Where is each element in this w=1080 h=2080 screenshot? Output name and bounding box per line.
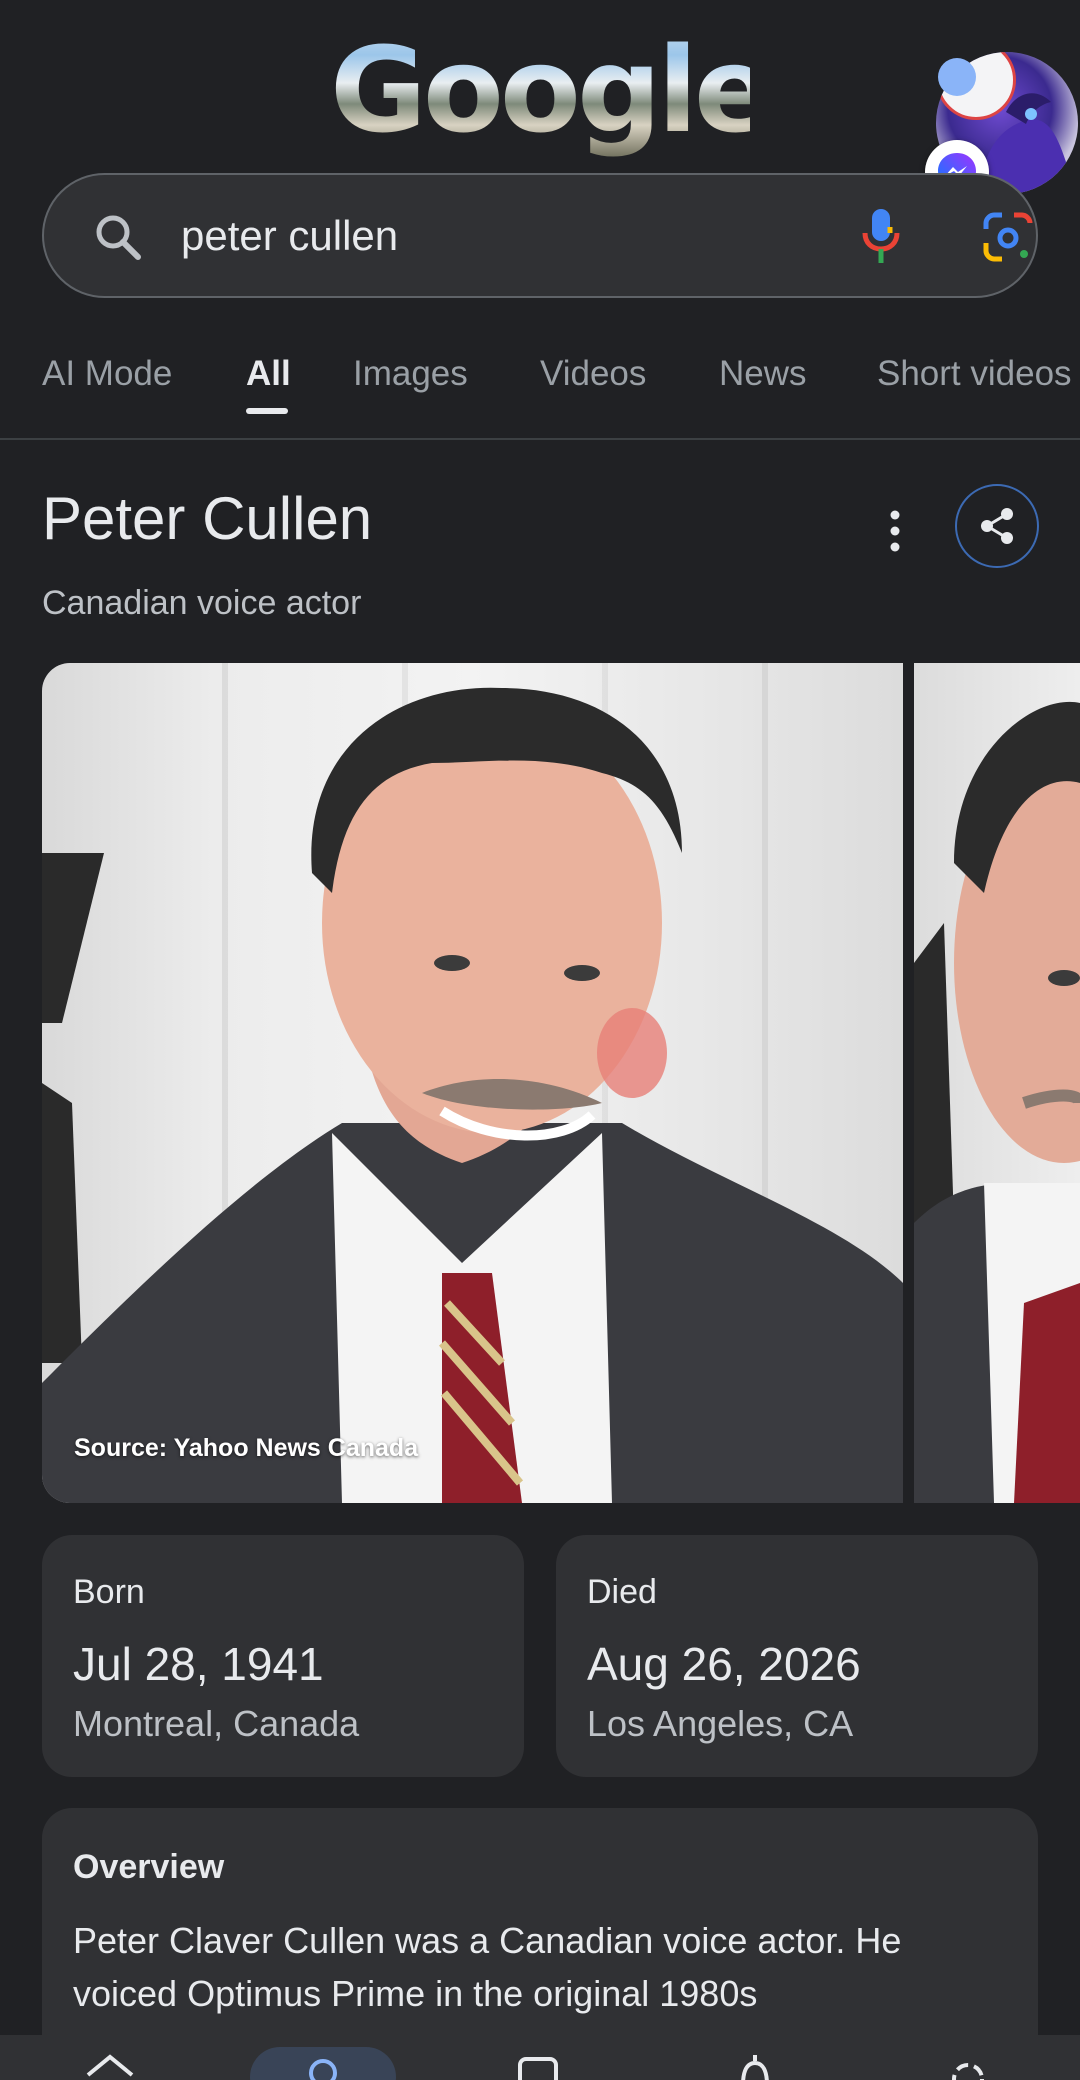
born-date: Jul 28, 1941	[73, 1638, 324, 1690]
home-icon[interactable]	[80, 2045, 140, 2080]
portrait-illustration-partial	[914, 701, 1080, 1503]
notifications-icon[interactable]	[725, 2045, 785, 2080]
tab-ai-mode[interactable]: AI Mode	[42, 354, 172, 394]
more-options-icon[interactable]	[880, 506, 910, 556]
image-source-caption: Source: Yahoo News Canada	[74, 1434, 419, 1462]
died-place: Los Angeles, CA	[587, 1703, 854, 1744]
search-icon	[96, 215, 141, 260]
search-tabs: AI Mode All Images Videos News Short vid…	[0, 340, 1080, 440]
more-icon[interactable]	[938, 2045, 998, 2080]
tab-all[interactable]: All	[246, 354, 291, 394]
entity-photo[interactable]	[42, 663, 903, 1503]
entity-title: Peter Cullen	[42, 485, 373, 552]
online-status-dot	[938, 58, 976, 96]
entity-photo-next[interactable]	[914, 663, 1080, 1503]
share-icon	[981, 508, 1013, 544]
overview-title: Overview	[73, 1848, 225, 1886]
overview-text: Peter Claver Cullen was a Canadian voice…	[73, 1920, 902, 2014]
entity-subtitle: Canadian voice actor	[42, 584, 362, 622]
saved-icon[interactable]	[508, 2045, 568, 2080]
died-card[interactable]: Died Aug 26, 2026 Los Angeles, CA	[556, 1535, 1038, 1777]
bottom-navigation	[0, 2035, 1080, 2080]
search-icon[interactable]	[293, 2045, 353, 2080]
microphone-icon[interactable]	[859, 207, 903, 265]
google-lens-icon[interactable]	[982, 211, 1034, 263]
search-bar[interactable]: peter cullen	[42, 173, 1038, 298]
search-query-text[interactable]: peter cullen	[181, 175, 398, 296]
tab-news[interactable]: News	[719, 354, 807, 394]
tab-short-videos[interactable]: Short videos	[877, 354, 1072, 394]
born-card[interactable]: Born Jul 28, 1941 Montreal, Canada	[42, 1535, 524, 1777]
died-label: Died	[587, 1573, 657, 1611]
tab-videos[interactable]: Videos	[540, 354, 646, 394]
google-logo[interactable]: Google	[330, 20, 774, 160]
tab-images[interactable]: Images	[353, 354, 468, 394]
died-date: Aug 26, 2026	[587, 1638, 861, 1690]
born-label: Born	[73, 1573, 145, 1611]
portrait-illustration	[42, 663, 903, 1503]
born-place: Montreal, Canada	[73, 1703, 360, 1744]
active-tab-indicator	[246, 408, 288, 414]
share-button[interactable]	[955, 484, 1039, 568]
